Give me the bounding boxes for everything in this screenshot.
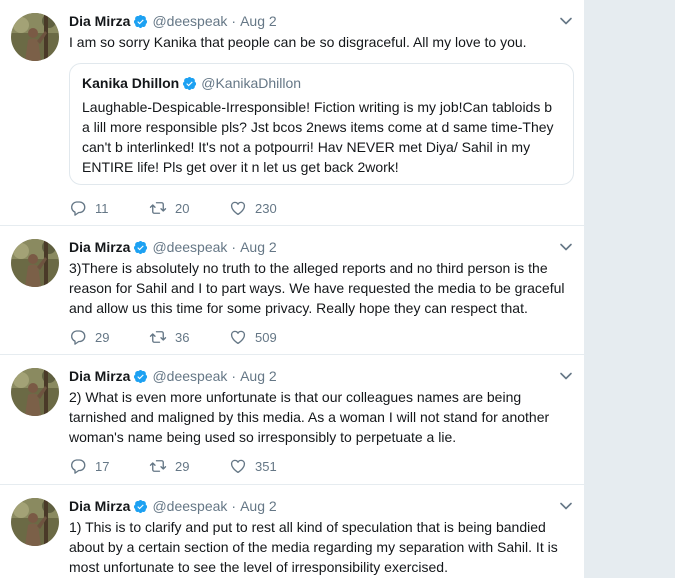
timestamp[interactable]: Aug 2 <box>240 368 277 384</box>
quoted-text-line: a lill more responsible pls? Jst bcos 2n… <box>82 119 554 135</box>
reply-button[interactable]: 17 <box>69 457 149 475</box>
tweet-text-line: 2) What is even more unfortunate is that… <box>69 389 522 405</box>
tweet-text-line: I am so sorry Kanika that people can be … <box>69 34 527 50</box>
timestamp[interactable]: Aug 2 <box>240 239 277 255</box>
like-count: 230 <box>255 200 277 216</box>
tweet[interactable]: Dia Mirza @deespeak · Aug 2 3)There is a… <box>0 226 584 355</box>
retweet-count: 29 <box>175 458 190 474</box>
separator: · <box>231 239 237 255</box>
tweet[interactable]: Dia Mirza @deespeak · Aug 2 1) This is t… <box>0 485 584 578</box>
tweet-text-line: and allow us this time for some privacy.… <box>69 300 528 316</box>
author-handle[interactable]: @deespeak <box>152 239 227 255</box>
tweet-actions: 17 29 351 <box>69 456 309 476</box>
tweet-text-line: about by a certain section of the media … <box>69 539 558 555</box>
avatar[interactable] <box>11 239 59 287</box>
quoted-author-name: Kanika Dhillon <box>82 75 180 91</box>
tweet[interactable]: Dia Mirza @deespeak · Aug 2 2) What is e… <box>0 355 584 485</box>
reply-button[interactable]: 29 <box>69 328 149 346</box>
quoted-tweet-text: Laughable-Despicable-Irresponsible! Fict… <box>82 97 564 177</box>
chevron-down-icon[interactable] <box>559 14 573 28</box>
reply-icon <box>71 201 86 216</box>
separator: · <box>231 13 237 29</box>
quoted-author-handle: @KanikaDhillon <box>201 75 302 91</box>
tweet-text: 3)There is absolutely no truth to the al… <box>69 258 569 318</box>
like-count: 509 <box>255 329 277 345</box>
verified-badge-icon <box>134 369 148 383</box>
author-handle[interactable]: @deespeak <box>152 368 227 384</box>
author-name[interactable]: Dia Mirza <box>69 13 130 29</box>
timestamp[interactable]: Aug 2 <box>240 498 277 514</box>
retweet-icon <box>149 331 167 343</box>
tweet-text: 1) This is to clarify and put to rest al… <box>69 517 569 577</box>
like-button[interactable]: 351 <box>229 457 309 475</box>
reply-count: 29 <box>95 329 110 345</box>
tweet-actions: 29 36 509 <box>69 327 309 347</box>
retweet-icon <box>149 202 167 214</box>
reply-icon <box>71 330 86 345</box>
tweet-text-line: tarnished and maligned by this media. As… <box>69 409 550 425</box>
quoted-tweet-header: Kanika Dhillon @KanikaDhillon <box>82 75 301 91</box>
author-name[interactable]: Dia Mirza <box>69 498 130 514</box>
separator: · <box>231 368 237 384</box>
author-handle[interactable]: @deespeak <box>152 498 227 514</box>
retweet-button[interactable]: 20 <box>149 199 229 217</box>
author-name[interactable]: Dia Mirza <box>69 239 130 255</box>
verified-badge-icon <box>183 76 197 90</box>
tweet-header: Dia Mirza @deespeak · Aug 2 <box>69 237 277 257</box>
like-button[interactable]: 230 <box>229 199 309 217</box>
tweet-text: 2) What is even more unfortunate is that… <box>69 387 569 447</box>
chevron-down-icon[interactable] <box>559 369 573 383</box>
retweet-count: 36 <box>175 329 190 345</box>
tweet-header: Dia Mirza @deespeak · Aug 2 <box>69 11 277 31</box>
timestamp[interactable]: Aug 2 <box>240 13 277 29</box>
verified-badge-icon <box>134 14 148 28</box>
reply-count: 11 <box>95 200 109 216</box>
tweet-actions: 11 20 230 <box>69 198 309 218</box>
author-handle[interactable]: @deespeak <box>152 13 227 29</box>
tweet-text-line: 3)There is absolutely no truth to the al… <box>69 260 548 276</box>
chevron-down-icon[interactable] <box>559 499 573 513</box>
retweet-button[interactable]: 29 <box>149 457 229 475</box>
heart-icon <box>230 330 246 345</box>
heart-icon <box>230 201 246 216</box>
retweet-button[interactable]: 36 <box>149 328 229 346</box>
tweet-header: Dia Mirza @deespeak · Aug 2 <box>69 496 277 516</box>
tweet-text-line: reason for Sahil and I to part ways. We … <box>69 280 565 296</box>
retweet-count: 20 <box>175 200 190 216</box>
tweet-header: Dia Mirza @deespeak · Aug 2 <box>69 366 277 386</box>
quoted-text-line: Laughable-Despicable-Irresponsible! Fict… <box>82 99 553 115</box>
separator: · <box>231 498 237 514</box>
tweet[interactable]: Dia Mirza @deespeak · Aug 2 I am so sorr… <box>0 0 584 226</box>
verified-badge-icon <box>134 240 148 254</box>
verified-badge-icon <box>134 499 148 513</box>
tweet-text-line: woman's name being used so irresponsibly… <box>69 429 457 445</box>
author-name[interactable]: Dia Mirza <box>69 368 130 384</box>
quoted-tweet[interactable]: Kanika Dhillon @KanikaDhillon Laughable-… <box>69 63 574 185</box>
heart-icon <box>230 459 246 474</box>
like-button[interactable]: 509 <box>229 328 309 346</box>
chevron-down-icon[interactable] <box>559 240 573 254</box>
retweet-icon <box>149 460 167 472</box>
like-count: 351 <box>255 458 277 474</box>
quoted-text-line: ENTIRE life! Pls get over it n let us ge… <box>82 159 399 175</box>
quoted-text-line: can't b interlinked! It's not a potpourr… <box>82 139 531 155</box>
timeline: Dia Mirza @deespeak · Aug 2 I am so sorr… <box>0 0 585 578</box>
avatar[interactable] <box>11 368 59 416</box>
reply-count: 17 <box>95 458 110 474</box>
tweet-text-line: 1) This is to clarify and put to rest al… <box>69 519 546 535</box>
page-background <box>586 0 675 578</box>
tweet-text-line: most unfortunate to see the level of irr… <box>69 559 448 575</box>
avatar[interactable] <box>11 498 59 546</box>
reply-button[interactable]: 11 <box>69 199 149 217</box>
avatar[interactable] <box>11 13 59 61</box>
reply-icon <box>71 459 86 474</box>
tweet-text: I am so sorry Kanika that people can be … <box>69 32 569 52</box>
